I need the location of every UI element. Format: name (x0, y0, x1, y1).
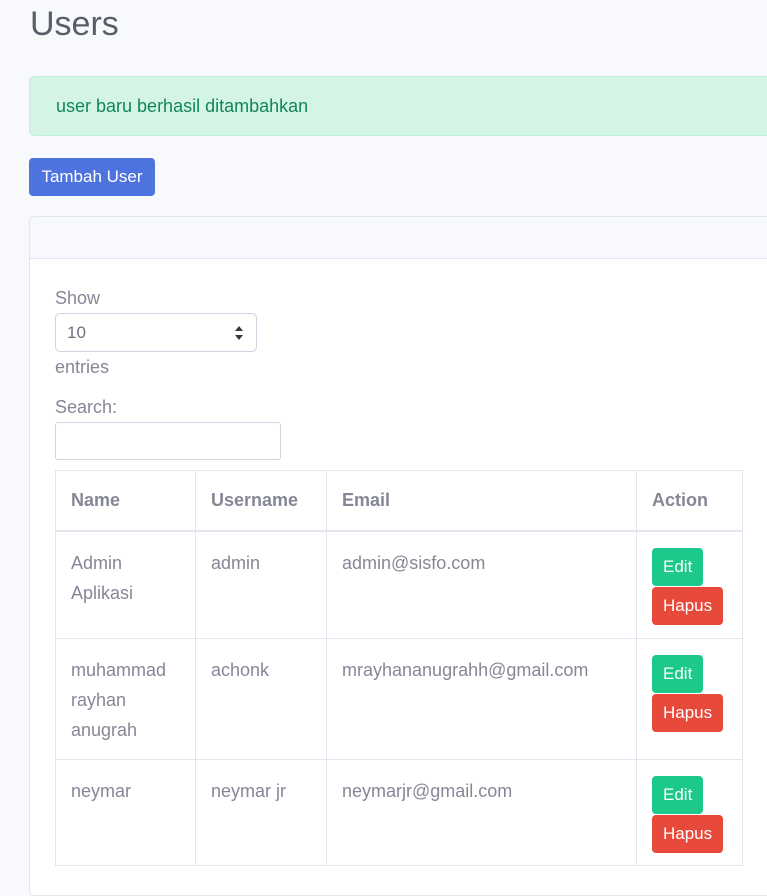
users-card: Show 10 entries Search: Name Username Em… (29, 216, 767, 896)
card-header (30, 217, 767, 259)
users-table: Name Username Email Action Admin Aplikas… (55, 470, 743, 866)
cell-name: neymar (55, 759, 196, 866)
sort-arrows-icon (235, 326, 243, 340)
search-input[interactable] (55, 422, 281, 460)
cell-email: mrayhananugrahh@gmail.com (326, 638, 637, 760)
add-user-button[interactable]: Tambah User (29, 158, 155, 196)
entries-label: entries (55, 357, 110, 377)
edit-button[interactable]: Edit (652, 655, 704, 693)
column-header-email[interactable]: Email (326, 470, 637, 532)
search-label: Search: (55, 397, 118, 417)
table-row: Admin Aplikasi admin admin@sisfo.com Edi… (55, 530, 743, 639)
cell-username: admin (195, 530, 327, 639)
edit-button[interactable]: Edit (652, 547, 704, 586)
column-header-name[interactable]: Name (55, 470, 196, 532)
entries-select-value: 10 (67, 323, 86, 342)
cell-username: neymar jr (195, 759, 327, 866)
page-title: Users (30, 5, 119, 43)
cell-action: Edit Hapus (636, 759, 743, 866)
cell-username: achonk (195, 638, 327, 760)
cell-action: Edit Hapus (636, 530, 743, 639)
cell-name: Admin Aplikasi (55, 530, 196, 639)
cell-action: Edit Hapus (636, 638, 743, 760)
show-label: Show (55, 288, 101, 308)
column-header-action[interactable]: Action (636, 470, 743, 532)
cell-email: admin@sisfo.com (326, 530, 637, 639)
column-header-username[interactable]: Username (195, 470, 327, 532)
entries-select[interactable]: 10 (55, 313, 257, 352)
delete-button[interactable]: Hapus (652, 586, 724, 625)
delete-button[interactable]: Hapus (652, 815, 724, 853)
cell-name: muhammad rayhan anugrah (55, 638, 196, 760)
delete-button[interactable]: Hapus (652, 694, 724, 732)
edit-button[interactable]: Edit (652, 776, 704, 814)
alert-message: user baru berhasil ditambahkan (56, 96, 309, 116)
cell-email: neymarjr@gmail.com (326, 759, 637, 866)
table-header-row: Name Username Email Action (55, 470, 743, 532)
success-alert: user baru berhasil ditambahkan (29, 76, 767, 136)
table-row: neymar neymar jr neymarjr@gmail.com Edit… (55, 759, 743, 866)
table-row: muhammad rayhan anugrah achonk mrayhanan… (55, 638, 743, 760)
